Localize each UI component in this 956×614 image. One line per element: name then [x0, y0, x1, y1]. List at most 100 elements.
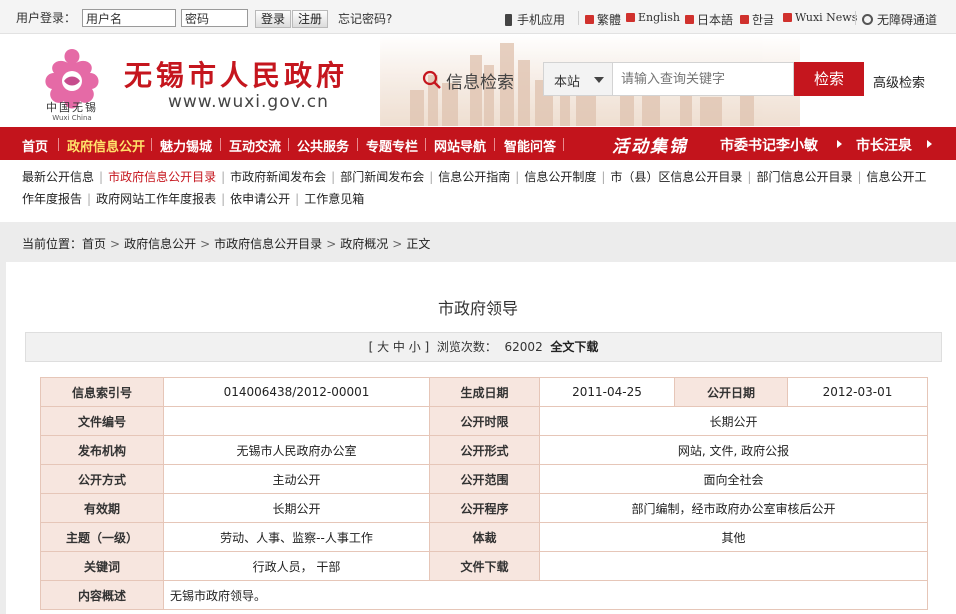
japanese-link[interactable]: 日本語 — [685, 11, 733, 28]
breadcrumb: 当前位置：首页 > 政府信息公开 > 市政府信息公开目录 > 政府概况 > 正文 — [22, 237, 431, 251]
search-button[interactable]: 检索 — [794, 62, 864, 96]
table-row: 发布机构 无锡市人民政府办公室 公开形式 网站, 文件, 政府公报 — [40, 435, 928, 465]
breadcrumb-item[interactable]: 政府信息公开 — [124, 237, 196, 251]
index-no-key: 信息索引号 — [40, 377, 164, 407]
subnav-item[interactable]: 工作意见箱 — [304, 192, 364, 206]
sub-nav: 最新公开信息 | 市政府信息公开目录 | 市政府新闻发布会 | 部门新闻发布会 | 信息公开指南… — [0, 162, 956, 210]
chevron-right-icon — [927, 140, 932, 148]
issuer-value: 无锡市人民政府办公室 — [163, 435, 430, 465]
search-icon — [422, 70, 441, 89]
pub-date-value: 2012-03-01 — [787, 377, 928, 407]
search-scope-select[interactable]: 本站 — [543, 62, 613, 96]
divider — [578, 11, 579, 25]
subnav-item[interactable]: 信息公开制度 — [524, 170, 596, 184]
divider — [220, 138, 221, 151]
table-row: 有效期 长期公开 公开程序 部门编制，经市政府办公室审核后公开 — [40, 493, 928, 523]
divider — [425, 138, 426, 151]
divider — [357, 138, 358, 151]
wuxi-news-link[interactable]: Wuxi News — [783, 11, 857, 24]
nav-item-home[interactable]: 首页 — [22, 136, 48, 155]
accessibility-icon — [862, 14, 873, 25]
topic-key: 主题（一级） — [40, 522, 164, 552]
nav-item-charm[interactable]: 魅力锡城 — [160, 136, 212, 155]
flag-icon — [783, 13, 792, 22]
breadcrumb-current: 正文 — [406, 237, 431, 251]
english-link[interactable]: English — [626, 11, 680, 24]
sub-nav-row-2: 作年度报告 | 政府网站工作年度报表 | 依申请公开 | 工作意见箱 — [22, 192, 365, 206]
site-header: 中国无锡 Wuxi China 无锡市人民政府 www.wuxi.gov.cn … — [0, 35, 956, 126]
username-input[interactable] — [82, 9, 176, 27]
flag-icon — [585, 15, 594, 24]
subnav-item[interactable]: 政府网站工作年度报表 — [96, 192, 216, 206]
site-url: www.wuxi.gov.cn — [168, 92, 329, 112]
nav-item-interaction[interactable]: 互动交流 — [229, 136, 281, 155]
forgot-password-link[interactable]: 忘记密码? — [338, 10, 392, 27]
main-nav: 首页 政府信息公开 魅力锡城 互动交流 公共服务 专题专栏 网站导航 智能问答 … — [0, 127, 956, 160]
gen-date-key: 生成日期 — [429, 377, 540, 407]
breadcrumb-item[interactable]: 首页 — [82, 237, 106, 251]
password-input[interactable] — [181, 9, 248, 27]
register-button[interactable]: 注册 — [292, 10, 328, 28]
search-input[interactable] — [613, 62, 794, 96]
doc-no-key: 文件编号 — [40, 406, 164, 436]
subnav-item[interactable]: 部门新闻发布会 — [340, 170, 424, 184]
flag-icon — [740, 15, 749, 24]
mobile-app-link[interactable]: 手机应用 — [505, 11, 565, 28]
method-key: 公开方式 — [40, 464, 164, 494]
mobile-app-label: 手机应用 — [517, 13, 566, 27]
flag-icon — [685, 15, 694, 24]
procedure-key: 公开程序 — [429, 493, 540, 523]
chevron-down-icon — [594, 77, 604, 83]
site-title[interactable]: 无锡市人民政府 — [124, 54, 348, 94]
phone-icon — [505, 13, 512, 26]
table-row: 内容概述 无锡市政府领导。 — [40, 580, 928, 610]
valid-key: 有效期 — [40, 493, 164, 523]
leader-link-secretary[interactable]: 市委书记李小敏 — [720, 135, 818, 155]
activities-promo[interactable]: 活动集锦 — [612, 132, 688, 157]
divider — [563, 138, 564, 151]
wuxi-logo[interactable]: 中国无锡 Wuxi China — [32, 41, 112, 122]
subnav-item[interactable]: 依申请公开 — [230, 192, 290, 206]
nav-item-services[interactable]: 公共服务 — [297, 136, 349, 155]
article-toolbar: [ 大 中 小 ] 浏览次数： 62002 全文下载 — [25, 332, 942, 362]
scope-value: 本站 — [554, 75, 581, 90]
nav-item-qa[interactable]: 智能问答 — [504, 136, 556, 155]
login-button[interactable]: 登录 — [255, 10, 291, 28]
breadcrumb-item[interactable]: 政府概况 — [340, 237, 388, 251]
genre-value: 其他 — [539, 522, 928, 552]
accessibility-link[interactable]: 无障碍通道 — [862, 11, 937, 28]
nav-item-topics[interactable]: 专题专栏 — [366, 136, 418, 155]
logo-subtext: Wuxi China — [52, 114, 92, 122]
download-all-link[interactable]: 全文下载 — [550, 340, 598, 354]
subnav-item[interactable]: 最新公开信息 — [22, 170, 94, 184]
subnav-item[interactable]: 市（县）区信息公开目录 — [610, 170, 742, 184]
keywords-value: 行政人员， 干部 — [163, 551, 430, 581]
subnav-item[interactable]: 部门信息公开目录 — [756, 170, 852, 184]
chevron-right-icon — [837, 140, 842, 148]
font-size-control[interactable]: [ 大 中 小 ] — [369, 340, 430, 354]
traditional-chinese-link[interactable]: 繁體 — [585, 11, 621, 28]
divider — [494, 138, 495, 151]
divider — [151, 138, 152, 151]
subnav-item-active[interactable]: 市政府信息公开目录 — [108, 170, 216, 184]
file-download-value[interactable] — [539, 551, 928, 581]
subnav-item[interactable]: 信息公开工 — [867, 170, 927, 184]
traditional-label: 繁體 — [597, 13, 622, 27]
scope-key: 公开范围 — [429, 464, 540, 494]
subnav-item[interactable]: 市政府新闻发布会 — [230, 170, 326, 184]
wuxi-news-label: Wuxi News — [795, 11, 858, 24]
nav-item-sitemap[interactable]: 网站导航 — [434, 136, 486, 155]
breadcrumb-item[interactable]: 市政府信息公开目录 — [214, 237, 322, 251]
advanced-search-link[interactable]: 高级检索 — [873, 72, 925, 91]
method-value: 主动公开 — [163, 464, 430, 494]
table-row: 公开方式 主动公开 公开范围 面向全社会 — [40, 464, 928, 494]
limit-value: 长期公开 — [539, 406, 928, 436]
korean-link[interactable]: 한글 — [740, 11, 774, 28]
english-label: English — [638, 11, 680, 24]
limit-key: 公开时限 — [429, 406, 540, 436]
summary-value: 无锡市政府领导。 — [163, 580, 928, 610]
subnav-item[interactable]: 作年度报告 — [22, 192, 82, 206]
subnav-item[interactable]: 信息公开指南 — [438, 170, 510, 184]
leader-link-mayor[interactable]: 市长汪泉 — [856, 135, 912, 155]
nav-item-gov-info[interactable]: 政府信息公开 — [67, 136, 145, 155]
